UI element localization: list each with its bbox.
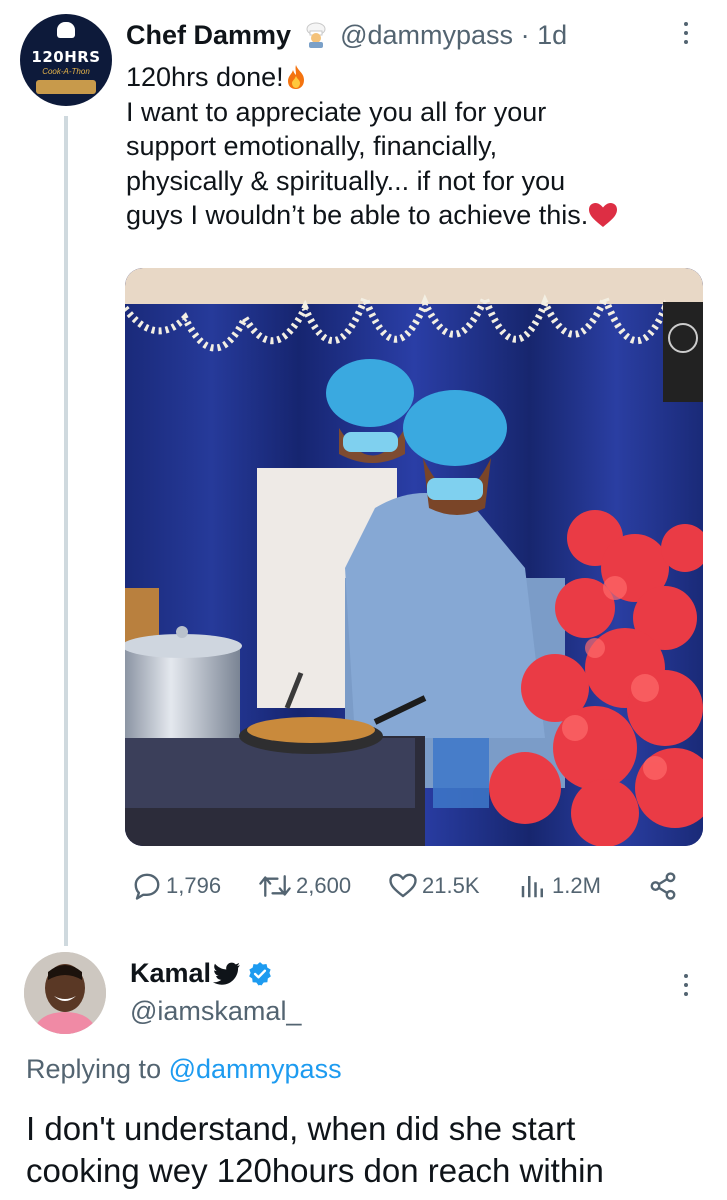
author-handle[interactable]: @dammypass (340, 20, 513, 50)
tweet-line: I want to appreciate you all for your (126, 96, 547, 127)
replying-prefix: Replying to (26, 1054, 162, 1084)
cooking-photo (125, 268, 703, 846)
author-avatar[interactable]: 120HRS Cook-A-Thon (20, 14, 112, 106)
reply-line: cooking wey 120hours don reach within (26, 1152, 604, 1189)
tweet-actions: 1,796 2,600 21.5K 1.2M (126, 864, 706, 908)
tweet-header: Chef Dammy @dammypass · 1d (126, 18, 567, 52)
author-name[interactable]: Chef Dammy (126, 20, 291, 50)
reply-icon (134, 873, 160, 900)
tweet-text: 120hrs done! I want to appreciate you al… (126, 60, 706, 233)
tweet-time[interactable]: 1d (537, 20, 567, 50)
chef-emoji-icon (306, 22, 326, 48)
heart-icon (389, 873, 417, 898)
tweet-line: physically & spiritually... if not for y… (126, 165, 566, 196)
avatar-sub-text: Cook-A-Thon (42, 67, 90, 76)
retweet-icon (259, 875, 291, 897)
reply-author-avatar[interactable] (24, 952, 106, 1034)
retweet-action[interactable]: 2,600 (258, 864, 351, 908)
views-action[interactable]: 1.2M (518, 864, 601, 908)
twitter-bird-icon (213, 962, 240, 985)
tweet-line: guys I wouldn’t be able to achieve this. (126, 200, 589, 230)
reply-author-name[interactable]: Kamal (130, 958, 211, 989)
header-separator: · (520, 20, 530, 50)
kamal-photo (24, 952, 106, 1034)
views-icon (521, 876, 543, 898)
views-count: 1.2M (552, 873, 601, 898)
retweet-count: 2,600 (296, 873, 352, 898)
reply-count: 1,796 (166, 873, 222, 898)
avatar-food-strip (36, 80, 96, 94)
reply-author-header: Kamal (130, 958, 273, 989)
replying-to-line: Replying to @dammypass (26, 1054, 342, 1085)
replying-to-link[interactable]: @dammypass (169, 1054, 342, 1084)
tweet-line: support emotionally, financially, (126, 131, 498, 161)
like-action[interactable]: 21.5K (388, 864, 480, 908)
verified-badge-icon (249, 961, 271, 985)
more-vertical-icon[interactable] (678, 18, 694, 48)
reply-text: I don't understand, when did she start c… (26, 1108, 716, 1192)
share-icon (650, 872, 676, 900)
share-action[interactable] (648, 864, 682, 908)
like-count: 21.5K (422, 873, 480, 898)
reply-author-handle[interactable]: @iamskamal_ (130, 996, 301, 1027)
reply-line: I don't understand, when did she start (26, 1110, 576, 1147)
thread-line (64, 116, 68, 946)
red-heart-emoji-icon (589, 203, 618, 227)
tweet-image[interactable] (125, 268, 703, 846)
reply-action[interactable]: 1,796 (132, 864, 221, 908)
chef-hat-logo (57, 22, 75, 38)
avatar-brand-text: 120HRS (31, 48, 101, 66)
tweet-line: 120hrs done! (126, 62, 284, 92)
more-vertical-icon[interactable] (678, 970, 694, 1000)
fire-emoji-icon (287, 65, 304, 89)
